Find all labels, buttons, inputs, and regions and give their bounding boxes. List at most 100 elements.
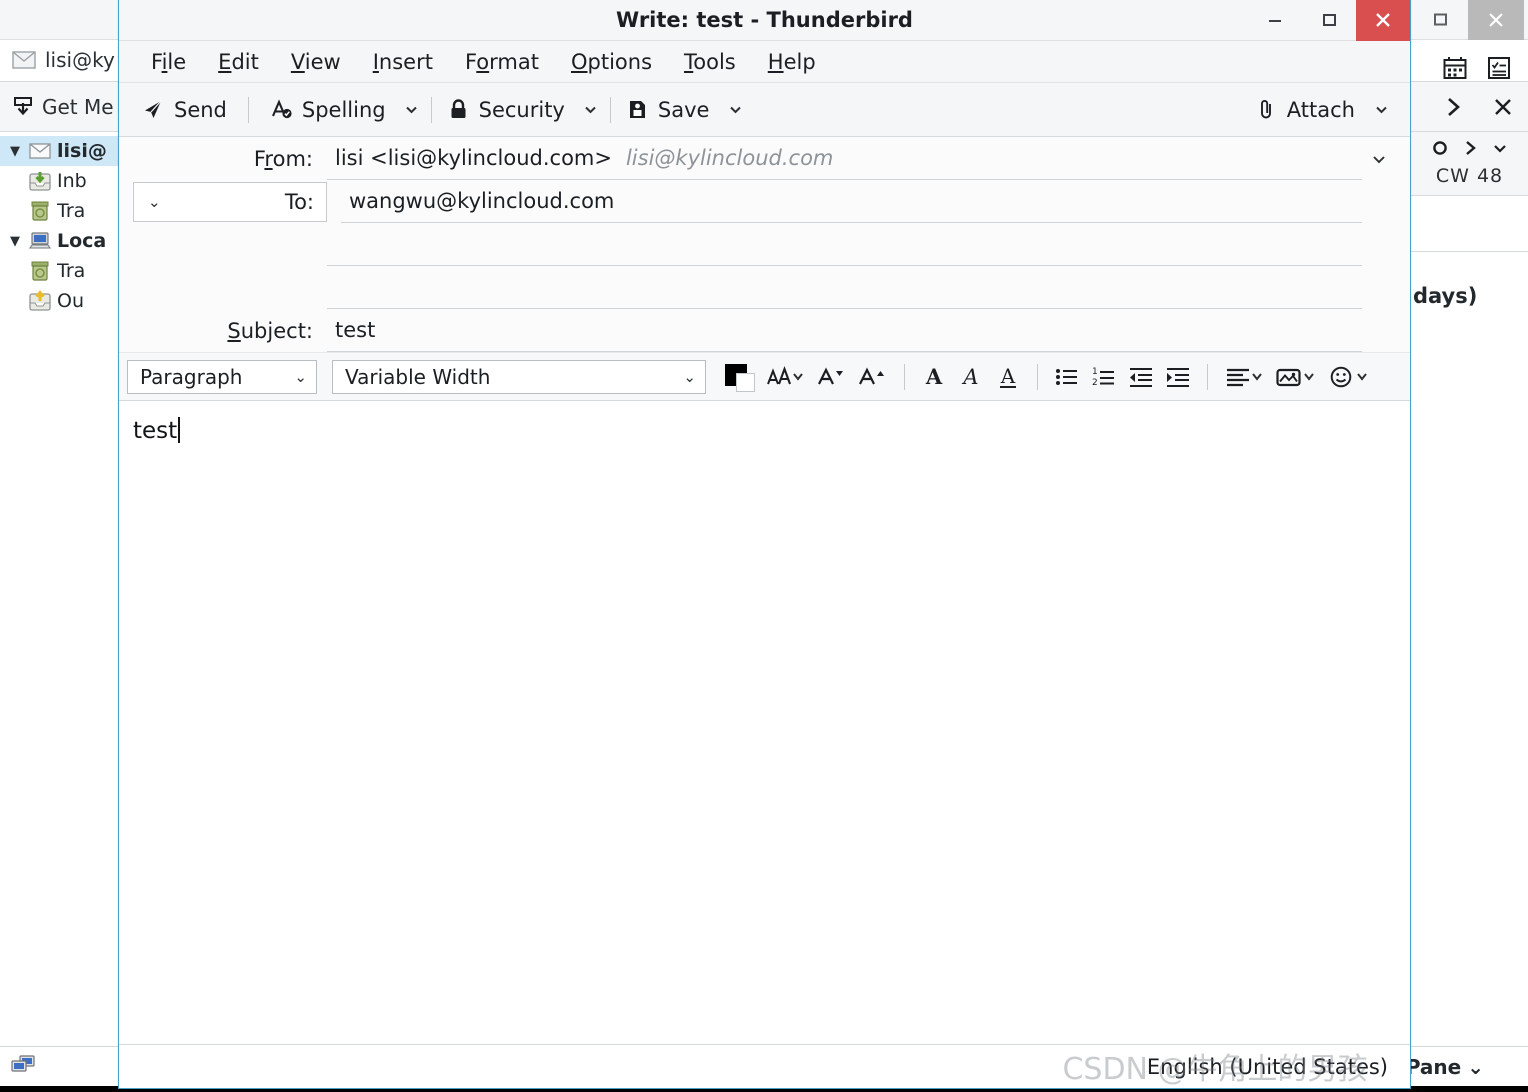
twisty-icon[interactable]: ▼ xyxy=(4,144,26,159)
folder-row-trash-local[interactable]: Tra xyxy=(0,256,119,286)
to-value: wangwu@kylincloud.com xyxy=(349,189,615,213)
security-dropdown-button[interactable] xyxy=(576,90,606,130)
menu-tools[interactable]: Tools xyxy=(668,50,752,74)
attach-dropdown-button[interactable] xyxy=(1366,90,1396,130)
folder-row-trash-account[interactable]: Tra xyxy=(0,196,119,226)
compose-window-title: Write: test - Thunderbird xyxy=(616,8,913,32)
recipient-type-selector[interactable]: ⌄ To: xyxy=(133,181,327,222)
pane-label: Pane xyxy=(1405,1054,1462,1079)
menu-options[interactable]: Options xyxy=(555,50,668,74)
background-close-button[interactable] xyxy=(1468,0,1524,40)
send-button[interactable]: Send xyxy=(131,90,238,130)
decrease-font-size-button[interactable] xyxy=(813,358,851,396)
from-field[interactable]: lisi <lisi@kylincloud.com> lisi@kylinclo… xyxy=(327,138,1362,180)
calendar-side-pane: CW 48 days) xyxy=(1410,132,1528,1046)
underline-button[interactable]: A xyxy=(991,358,1025,396)
to-input[interactable]: wangwu@kylincloud.com xyxy=(341,181,1362,223)
paragraph-style-select[interactable]: Paragraph ⌄ xyxy=(127,359,317,394)
menu-options-post: ptions xyxy=(587,49,653,74)
increase-font-size-button[interactable] xyxy=(854,358,892,396)
svg-text:1: 1 xyxy=(1092,367,1098,377)
folder-label: Tra xyxy=(57,260,86,282)
recipient-input-empty-1[interactable] xyxy=(327,224,1362,266)
background-mail-tab[interactable]: lisi@ky xyxy=(0,39,127,81)
network-status-icon xyxy=(10,1054,36,1080)
chevron-down-icon: ⌄ xyxy=(148,192,161,211)
from-label-post: om: xyxy=(272,146,313,171)
attach-button[interactable]: Attach xyxy=(1244,90,1366,130)
menu-insert[interactable]: Insert xyxy=(357,50,449,74)
text-cursor xyxy=(178,417,181,443)
emoji-smiley-icon xyxy=(1330,366,1367,387)
message-body-editor[interactable]: test xyxy=(119,401,1410,1044)
background-color-swatch xyxy=(736,372,755,392)
menu-file-pre: F xyxy=(151,49,162,74)
from-dropdown-button[interactable] xyxy=(1362,150,1396,168)
insert-image-menu-button[interactable] xyxy=(1271,358,1321,396)
save-button[interactable]: Save xyxy=(615,90,721,130)
menu-format[interactable]: Format xyxy=(449,50,555,74)
recipient-input-empty-2[interactable] xyxy=(327,267,1362,309)
menu-file-post: le xyxy=(167,49,187,74)
security-button[interactable]: Security xyxy=(436,90,576,130)
close-icon xyxy=(1495,98,1511,115)
bullet-list-button[interactable] xyxy=(1050,358,1084,396)
background-close-tab-button[interactable] xyxy=(1478,82,1528,132)
indent-button[interactable] xyxy=(1161,358,1195,396)
calendar-nav-icons xyxy=(1411,138,1528,162)
compose-minimize-button[interactable] xyxy=(1248,0,1302,41)
chevron-right-icon[interactable] xyxy=(1462,139,1478,161)
font-color-button[interactable] xyxy=(723,358,757,396)
menu-view[interactable]: View xyxy=(275,50,357,74)
spelling-dropdown-button[interactable] xyxy=(397,90,427,130)
font-size-menu-button[interactable] xyxy=(762,358,810,396)
tasks-icon[interactable] xyxy=(1486,55,1512,81)
pane-toggle-button[interactable]: Pane ⌄ xyxy=(1406,1055,1518,1079)
bullet-list-icon xyxy=(1056,368,1077,385)
get-messages-button[interactable]: Get Me xyxy=(0,95,124,119)
paragraph-style-value: Paragraph xyxy=(140,364,243,389)
emoji-menu-button[interactable] xyxy=(1324,358,1374,396)
bold-button[interactable]: A xyxy=(917,358,951,396)
spelling-button[interactable]: Spelling xyxy=(259,90,397,130)
folder-row-inbox[interactable]: Inb xyxy=(0,166,119,196)
today-circle-icon[interactable] xyxy=(1431,139,1449,161)
menu-file[interactable]: File xyxy=(135,50,202,74)
background-maximize-button[interactable] xyxy=(1412,0,1468,40)
folder-row-local-folders[interactable]: ▼ Loca xyxy=(0,226,119,256)
trash-icon xyxy=(26,260,54,282)
minimize-icon xyxy=(1269,20,1281,22)
align-menu-button[interactable] xyxy=(1220,358,1268,396)
subject-label-key: S xyxy=(227,318,241,343)
numbered-list-button[interactable]: 1 2 xyxy=(1087,358,1121,396)
send-label: Send xyxy=(174,97,227,122)
outdent-button[interactable] xyxy=(1124,358,1158,396)
compose-close-button[interactable] xyxy=(1356,0,1410,41)
subject-input[interactable]: test xyxy=(327,310,1362,352)
folder-row-account[interactable]: ▼ lisi@ xyxy=(0,136,119,166)
font-family-value: Variable Width xyxy=(345,364,491,389)
chevron-down-icon: ⌄ xyxy=(294,367,307,386)
security-label: Security xyxy=(478,97,565,122)
chevron-down-icon[interactable] xyxy=(1491,139,1509,161)
italic-icon: A xyxy=(961,365,978,389)
twisty-icon[interactable]: ▼ xyxy=(4,234,26,249)
lock-icon xyxy=(451,99,466,118)
menu-view-key: V xyxy=(290,49,305,74)
trash-icon xyxy=(26,200,54,222)
background-tab-label: lisi@ky xyxy=(45,48,115,72)
menu-edit[interactable]: Edit xyxy=(202,50,275,74)
italic-button[interactable]: A xyxy=(954,358,988,396)
paperclip-icon xyxy=(1260,100,1271,119)
outbox-icon xyxy=(26,290,54,312)
calendar-icon[interactable] xyxy=(1442,55,1468,81)
folder-row-outbox[interactable]: Ou xyxy=(0,286,119,316)
save-dropdown-button[interactable] xyxy=(720,90,750,130)
maximize-icon xyxy=(1323,14,1336,26)
font-size-icon xyxy=(767,365,803,384)
spelling-label: Spelling xyxy=(301,97,386,122)
menu-help[interactable]: Help xyxy=(752,50,832,74)
background-forward-button[interactable] xyxy=(1428,82,1478,132)
font-family-select[interactable]: Variable Width ⌄ xyxy=(332,359,706,394)
compose-maximize-button[interactable] xyxy=(1302,0,1356,41)
